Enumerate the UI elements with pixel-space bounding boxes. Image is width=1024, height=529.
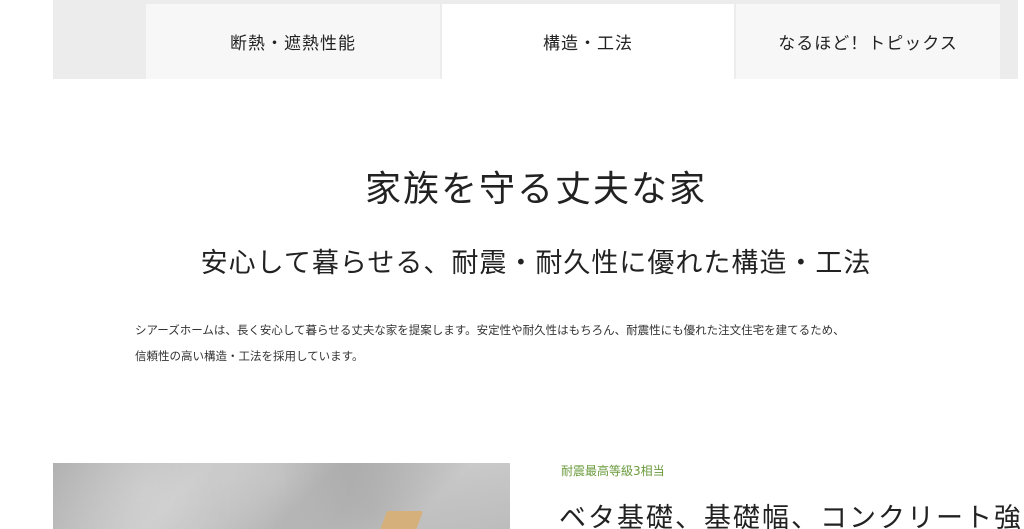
intro-line-1: シアーズホームは、長く安心して暮らせる丈夫な家を提案します。安定性や耐久性はもち… [135, 323, 845, 337]
foundation-photo [53, 463, 510, 529]
concrete-texture [53, 463, 510, 529]
tab-label: 断熱・遮熱性能 [230, 34, 356, 54]
intro-text: シアーズホームは、長く安心して暮らせる丈夫な家を提案します。安定性や耐久性はもち… [135, 317, 965, 369]
page-title: 家族を守る丈夫な家 [364, 169, 707, 210]
feature-tag: 耐震最高等級3相当 [561, 464, 665, 478]
feature-title: ベタ基礎、基礎幅、コンクリート強 [559, 503, 1023, 529]
wood-block [378, 511, 424, 529]
tab-navigation: 断熱・遮熱性能 構造・工法 なるほど！トピックス [53, 0, 1018, 79]
tab-label: なるほど！トピックス [778, 34, 958, 54]
tab-label: 構造・工法 [543, 34, 633, 54]
tab-structure-active[interactable]: 構造・工法 [442, 4, 734, 79]
intro-line-2: 信頼性の高い構造・工法を採用しています。 [135, 349, 364, 363]
tab-topics[interactable]: なるほど！トピックス [736, 4, 1000, 79]
page-subtitle: 安心して暮らせる、耐震・耐久性に優れた構造・工法 [200, 248, 872, 279]
tab-insulation[interactable]: 断熱・遮熱性能 [146, 4, 440, 79]
page: 断熱・遮熱性能 構造・工法 なるほど！トピックス 家族を守る丈夫な家 安心して暮… [0, 0, 1024, 529]
